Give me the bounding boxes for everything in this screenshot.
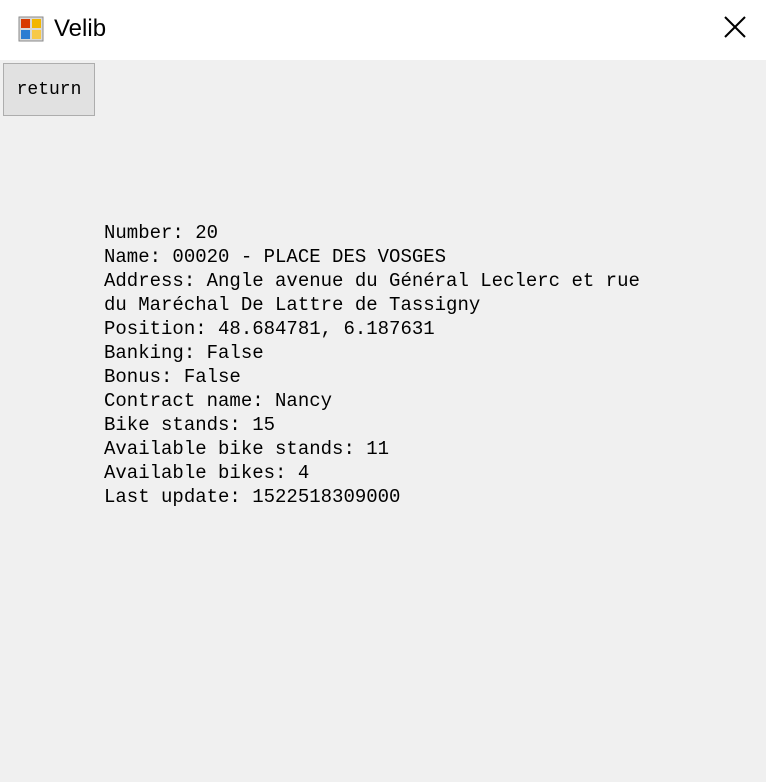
station-details: Number: 20 Name: 00020 - PLACE DES VOSGE…	[104, 221, 704, 509]
station-address-line2: du Maréchal De Lattre de Tassigny	[104, 294, 481, 316]
station-banking: Banking: False	[104, 342, 264, 364]
title-bar[interactable]: Velib	[0, 0, 766, 60]
close-button[interactable]	[702, 0, 766, 58]
station-bonus: Bonus: False	[104, 366, 241, 388]
return-button[interactable]: return	[3, 63, 95, 116]
station-name: Name: 00020 - PLACE DES VOSGES	[104, 246, 447, 268]
station-position: Position: 48.684781, 6.187631	[104, 318, 435, 340]
close-icon	[724, 16, 746, 38]
station-contract-name: Contract name: Nancy	[104, 390, 333, 412]
velib-window: Velib return Number: 20 Name: 00020 - PL…	[0, 0, 766, 782]
app-window-icon	[18, 16, 44, 42]
station-available-bikes: Available bikes: 4	[104, 462, 310, 484]
station-last-update: Last update: 1522518309000	[104, 486, 401, 508]
station-number: Number: 20	[104, 222, 219, 244]
window-title: Velib	[54, 15, 107, 42]
station-address-line1: Address: Angle avenue du Général Leclerc…	[104, 270, 640, 292]
station-bike-stands: Bike stands: 15	[104, 414, 276, 436]
station-available-bike-stands: Available bike stands: 11	[104, 438, 390, 460]
